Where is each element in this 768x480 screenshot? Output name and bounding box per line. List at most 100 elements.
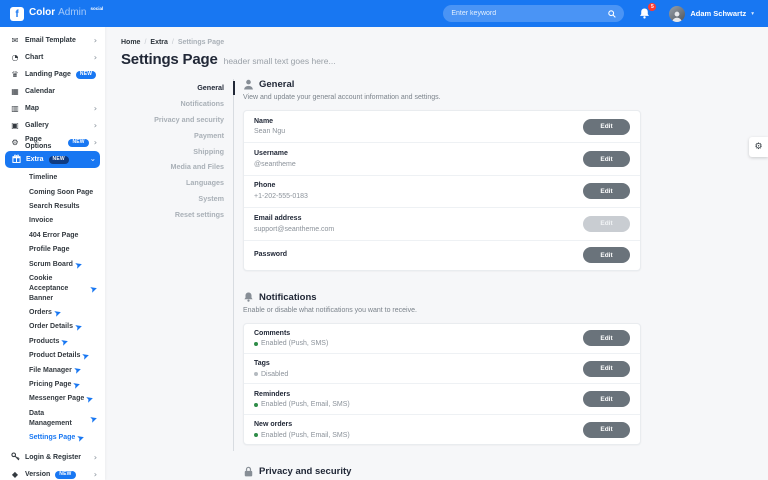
key-icon <box>10 452 20 463</box>
brand-name-bold: Color <box>29 7 55 18</box>
chevron-right-icon: › <box>94 122 97 130</box>
setting-row-tags: Tags Disabled Edit <box>244 354 640 384</box>
settings-nav-privacy-and-security[interactable]: Privacy and security <box>121 112 233 128</box>
sidebar-item-version[interactable]: ◆ Version NEW › <box>0 466 105 480</box>
setting-row-phone: Phone +1-202-555-0183 Edit <box>244 176 640 208</box>
sidebar-subitem-invoice[interactable]: Invoice <box>0 214 105 228</box>
paper-plane-icon <box>78 434 86 442</box>
sidebar-subitem-order-details[interactable]: Order Details <box>0 320 105 334</box>
user-name: Adam Schwartz <box>690 9 746 18</box>
section-description: View and update your general account inf… <box>243 94 641 101</box>
sidebar-item-email-template[interactable]: ✉ Email Template › <box>0 32 105 49</box>
sidebar-subitem-product-details[interactable]: Product Details <box>0 349 105 363</box>
page-title: Settings Page <box>121 51 218 68</box>
setting-row-new-orders: New orders Enabled (Push, Email, SMS) Ed… <box>244 415 640 444</box>
image-icon: ▣ <box>10 122 20 130</box>
sidebar-subitem-products[interactable]: Products <box>0 335 105 349</box>
sidebar-item-chart[interactable]: ◔ Chart › <box>0 49 105 66</box>
paper-plane-icon <box>83 352 91 360</box>
sidebar-subitem-profile-page[interactable]: Profile Page <box>0 243 105 257</box>
search-box <box>443 5 624 22</box>
sidebar-subitem-search-results[interactable]: Search Results <box>0 200 105 214</box>
page-header: Settings Page header small text goes her… <box>121 51 752 68</box>
status-dot-enabled <box>254 403 258 407</box>
section-description: Enable or disable what notifications you… <box>243 307 641 314</box>
sidebar-subitem-file-manager[interactable]: File Manager <box>0 363 105 377</box>
edit-button[interactable]: Edit <box>583 361 630 377</box>
section-notifications: Notifications Enable or disable what not… <box>243 292 641 446</box>
sidebar-item-calendar[interactable]: ▦ Calendar <box>0 83 105 100</box>
crown-icon: ♛ <box>10 71 20 79</box>
section-title: Notifications <box>259 292 317 303</box>
paper-plane-icon <box>54 309 62 317</box>
settings-nav-media-and-files[interactable]: Media and Files <box>121 159 233 175</box>
settings-nav-notifications[interactable]: Notifications <box>121 96 233 112</box>
sidebar-subitem-coming-soon-page[interactable]: Coming Soon Page <box>0 185 105 199</box>
sidebar-subitem-messenger-page[interactable]: Messenger Page <box>0 392 105 406</box>
edit-button[interactable]: Edit <box>583 119 630 135</box>
sidebar-item-page-options[interactable]: ⚙ Page Options NEW › <box>0 134 105 151</box>
sidebar-subitem-settings-page[interactable]: Settings Page <box>0 431 105 445</box>
sidebar-subitem-timeline[interactable]: Timeline <box>0 171 105 185</box>
paper-plane-icon <box>86 395 94 403</box>
sidebar-item-label: Calendar <box>25 88 55 95</box>
chevron-right-icon: › <box>94 37 97 45</box>
settings-nav: General Notifications Privacy and securi… <box>121 79 234 451</box>
setting-row-name: Name Sean Ngu Edit <box>244 111 640 143</box>
theme-settings-button[interactable]: ⚙ <box>749 137 768 157</box>
edit-button[interactable]: Edit <box>583 247 630 263</box>
facebook-icon: f <box>10 7 24 21</box>
edit-button-disabled[interactable]: Edit <box>583 216 630 232</box>
brand-logo[interactable]: f Color Admin social <box>0 7 103 21</box>
chevron-right-icon: › <box>94 471 97 479</box>
setting-row-reminders: Reminders Enabled (Push, Email, SMS) Edi… <box>244 384 640 414</box>
breadcrumb-home[interactable]: Home <box>121 39 140 46</box>
settings-nav-shipping[interactable]: Shipping <box>121 143 233 159</box>
section-title: Privacy and security <box>259 466 351 477</box>
sidebar-item-gallery[interactable]: ▣ Gallery › <box>0 117 105 134</box>
sidebar-item-label: Page Options <box>25 136 63 150</box>
sidebar-item-label: Extra <box>26 156 44 163</box>
gift-icon <box>11 154 21 165</box>
calendar-icon: ▦ <box>10 88 20 96</box>
sidebar-subitem-cookie-acceptance-banner[interactable]: Cookie Acceptance Banner <box>0 272 105 306</box>
sidebar-subitem-404-error-page[interactable]: 404 Error Page <box>0 229 105 243</box>
edit-button[interactable]: Edit <box>583 151 630 167</box>
breadcrumb: Home / Extra / Settings Page <box>121 39 752 46</box>
search-input[interactable] <box>451 10 608 17</box>
cube-icon: ◆ <box>10 471 20 479</box>
edit-button[interactable]: Edit <box>583 183 630 199</box>
breadcrumb-extra[interactable]: Extra <box>150 39 168 46</box>
user-menu[interactable]: Adam Schwartz ▾ <box>669 6 768 22</box>
edit-button[interactable]: Edit <box>583 422 630 438</box>
sidebar-subitem-pricing-page[interactable]: Pricing Page <box>0 378 105 392</box>
search-icon[interactable] <box>608 10 616 18</box>
page-subtitle: header small text goes here... <box>224 56 336 66</box>
settings-nav-languages[interactable]: Languages <box>121 175 233 191</box>
envelope-icon: ✉ <box>10 37 20 45</box>
settings-nav-general[interactable]: General <box>121 80 233 96</box>
paper-plane-icon <box>75 324 83 332</box>
settings-nav-system[interactable]: System <box>121 190 233 206</box>
edit-button[interactable]: Edit <box>583 330 630 346</box>
settings-nav-reset-settings[interactable]: Reset settings <box>121 206 233 222</box>
sidebar-item-login-register[interactable]: Login & Register › <box>0 449 105 466</box>
sidebar-item-map[interactable]: ▥ Map › <box>0 100 105 117</box>
top-header: f Color Admin social 5 Adam Schwartz ▾ <box>0 0 768 27</box>
paper-plane-icon <box>75 261 83 269</box>
notifications-bell[interactable]: 5 <box>639 7 651 20</box>
sidebar-subitem-scrum-board[interactable]: Scrum Board <box>0 257 105 271</box>
sidebar-item-landing-page[interactable]: ♛ Landing Page NEW <box>0 66 105 83</box>
sidebar: ✉ Email Template › ◔ Chart › ♛ Landing P… <box>0 27 105 480</box>
settings-nav-payment[interactable]: Payment <box>121 127 233 143</box>
section-privacy-and-security: Privacy and security <box>243 466 641 477</box>
notification-count-badge: 5 <box>648 3 656 11</box>
user-icon <box>243 79 254 90</box>
sidebar-item-extra[interactable]: Extra NEW › <box>5 151 100 168</box>
edit-button[interactable]: Edit <box>583 391 630 407</box>
sidebar-subitem-orders[interactable]: Orders <box>0 306 105 320</box>
general-card: Name Sean Ngu Edit Username @seantheme E… <box>243 110 641 271</box>
paper-plane-icon <box>74 367 82 375</box>
new-badge: NEW <box>76 71 96 79</box>
sidebar-subitem-data-management[interactable]: Data Management <box>0 406 105 430</box>
